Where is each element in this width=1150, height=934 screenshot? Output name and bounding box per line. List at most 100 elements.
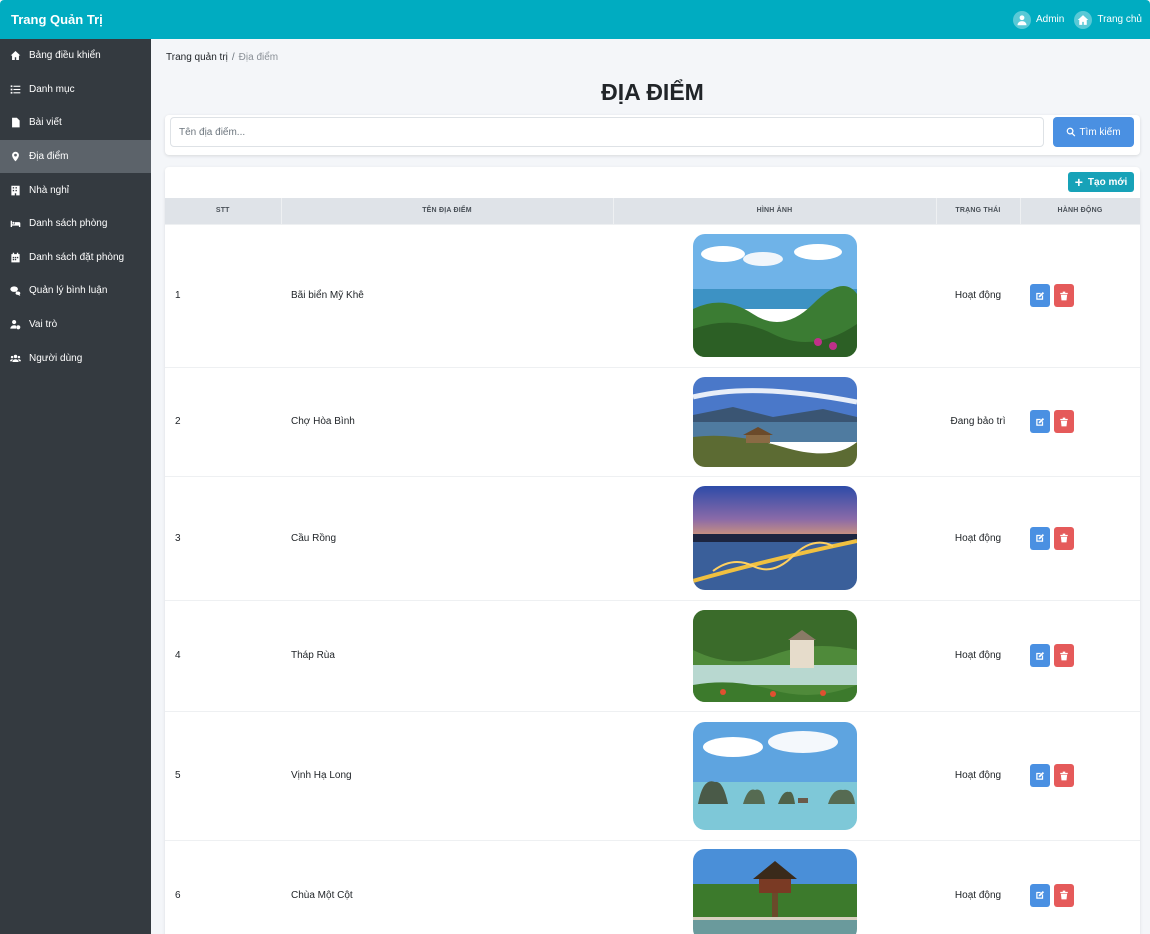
row-status: Đang bảo trì [936, 366, 1020, 476]
create-button-label: Tạo mới [1087, 176, 1128, 188]
breadcrumb: Trang quản trị / Địa điểm [166, 52, 278, 63]
search-input[interactable] [170, 117, 1044, 147]
sidebar-item-label: Danh sách đặt phòng [29, 251, 125, 263]
delete-button[interactable] [1054, 410, 1074, 433]
sidebar-item-roles[interactable]: Vai trò [0, 308, 151, 342]
delete-button[interactable] [1054, 764, 1074, 787]
row-status: Hoạt động [936, 475, 1020, 600]
delete-button[interactable] [1054, 526, 1074, 550]
trash-icon [1060, 291, 1068, 300]
search-card: Tìm kiếm [165, 115, 1140, 155]
row-stt: 6 [165, 839, 281, 934]
row-name: Tháp Rùa [281, 599, 613, 711]
sidebar-item-bookings[interactable]: Danh sách đặt phòng [0, 241, 151, 275]
row-status: Hoạt động [936, 839, 1020, 934]
row-name: Vịnh Hạ Long [281, 710, 613, 840]
sidebar-item-users[interactable]: Người dùng [0, 341, 151, 375]
row-name: Bãi biển Mỹ Khê [281, 223, 613, 367]
sidebar-item-rooms[interactable]: Danh sách phòng [0, 207, 151, 241]
home-icon [10, 51, 21, 61]
users-icon [10, 354, 21, 362]
admin-link-label: Admin [1035, 14, 1065, 25]
sidebar-item-label: Nhà nghỉ [29, 184, 70, 196]
sidebar-item-label: Danh sách phòng [29, 218, 108, 230]
location-image-halong-bay [692, 721, 857, 830]
edit-icon [1036, 771, 1045, 780]
home-link-label: Trang chủ [1097, 14, 1142, 25]
column-header-status: TRẠNG THÁI [936, 198, 1021, 224]
sidebar-item-posts[interactable]: Bài viết [0, 106, 151, 140]
edit-button[interactable] [1030, 526, 1050, 550]
table-row: 2 Chợ Hòa Bình Đang bảo trì [165, 366, 1140, 476]
page-title: ĐỊA ĐIỂM [601, 79, 704, 105]
sidebar-item-guesthouses[interactable]: Nhà nghỉ [0, 173, 151, 207]
map-pin-icon [12, 151, 19, 162]
sidebar-item-comments[interactable]: Quản lý bình luận [0, 274, 151, 308]
edit-icon [1036, 291, 1045, 300]
delete-button[interactable] [1054, 883, 1074, 907]
row-status: Hoạt động [936, 710, 1020, 840]
trash-icon [1060, 771, 1068, 780]
bed-icon [10, 221, 21, 228]
topbar-links: Admin Trang chủ [1012, 10, 1142, 29]
trash-icon [1060, 651, 1068, 660]
trash-icon [1060, 417, 1068, 426]
row-name: Chùa Một Cột [281, 839, 613, 934]
search-button[interactable]: Tìm kiếm [1053, 117, 1134, 147]
row-stt: 3 [165, 475, 281, 600]
breadcrumb-separator: / [231, 52, 235, 63]
sidebar-item-label: Bài viết [29, 117, 62, 129]
trash-icon [1060, 533, 1068, 543]
location-image-turtle-tower [692, 609, 857, 702]
row-status: Hoạt động [936, 223, 1020, 367]
admin-link[interactable]: Admin [1012, 10, 1065, 29]
edit-button[interactable] [1030, 284, 1050, 307]
delete-button[interactable] [1054, 284, 1074, 307]
edit-button[interactable] [1030, 883, 1050, 907]
plus-icon: + [1074, 174, 1083, 190]
edit-button[interactable] [1030, 410, 1050, 433]
breadcrumb-root[interactable]: Trang quản trị [166, 52, 228, 63]
search-button-label: Tìm kiếm [1079, 126, 1121, 138]
topbar: Trang Quản Trị Admin Trang chủ [0, 0, 1150, 39]
home-link[interactable]: Trang chủ [1074, 10, 1142, 29]
locations-table: STT TÊN ĐỊA ĐIỂM HÌNH ẢNH TRẠNG THÁI HÀN… [165, 198, 1140, 934]
sidebar-item-categories[interactable]: Danh mục [0, 73, 151, 107]
file-icon [12, 118, 20, 128]
list-icon [10, 85, 21, 94]
building-icon [11, 185, 20, 195]
row-status: Hoạt động [936, 599, 1020, 711]
breadcrumb-current: Địa điểm [238, 52, 279, 63]
table-row: 6 Chùa Một Cột Hoạt động [165, 839, 1140, 934]
delete-button[interactable] [1054, 644, 1074, 667]
brand-title[interactable]: Trang Quản Trị [11, 12, 103, 27]
table-row: 5 Vịnh Hạ Long Hoạt động [165, 710, 1140, 840]
table-row: 1 Bãi biển Mỹ Khê Hoạt động [165, 223, 1140, 367]
row-stt: 5 [165, 710, 281, 840]
edit-button[interactable] [1030, 644, 1050, 667]
calendar-icon [11, 252, 20, 263]
search-icon [1067, 127, 1076, 137]
sidebar-item-label: Người dùng [29, 352, 83, 364]
table-row: 3 Cầu Rồng Hoạt động [165, 475, 1140, 600]
edit-button[interactable] [1030, 764, 1050, 787]
row-name: Chợ Hòa Bình [281, 366, 613, 476]
home-icon [1074, 10, 1093, 29]
column-header-actions: HÀNH ĐỘNG [1020, 198, 1140, 224]
sidebar-item-label: Danh mục [29, 83, 75, 95]
row-stt: 2 [165, 366, 281, 476]
table-row: 4 Tháp Rùa Hoạt động [165, 599, 1140, 711]
edit-icon [1036, 891, 1045, 899]
table-header-row: STT TÊN ĐỊA ĐIỂM HÌNH ẢNH TRẠNG THÁI HÀN… [165, 198, 1140, 224]
sidebar-item-label: Vai trò [29, 319, 58, 331]
user-cog-icon [10, 320, 21, 330]
sidebar-item-dashboard[interactable]: Bảng điều khiển [0, 39, 151, 73]
edit-icon [1036, 651, 1045, 660]
sidebar-item-locations[interactable]: Địa điểm [0, 139, 151, 174]
row-name: Cầu Rồng [281, 475, 613, 600]
create-button[interactable]: + Tạo mới [1068, 172, 1134, 192]
location-image-beach [692, 234, 857, 357]
edit-icon [1036, 533, 1045, 542]
edit-icon [1036, 417, 1045, 426]
locations-table-card: + Tạo mới STT TÊN ĐỊA ĐIỂM HÌNH ẢNH TRẠN… [165, 167, 1140, 934]
